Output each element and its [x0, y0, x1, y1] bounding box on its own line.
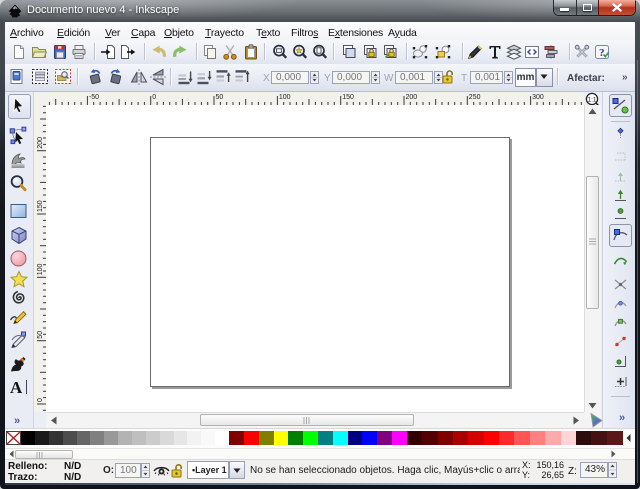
- svg-text:100: 100: [37, 264, 44, 276]
- svg-text:-50: -50: [89, 94, 99, 101]
- svg-text:200: 200: [406, 94, 418, 101]
- svg-text:A: A: [10, 378, 23, 397]
- svg-text:50: 50: [37, 331, 44, 339]
- svg-text:0: 0: [37, 398, 44, 402]
- svg-text:200: 200: [37, 137, 44, 149]
- svg-text:100: 100: [279, 94, 291, 101]
- svg-text:1:1: 1:1: [588, 97, 597, 104]
- svg-text:?: ?: [599, 47, 605, 59]
- svg-text:0: 0: [152, 94, 156, 101]
- svg-text:150: 150: [342, 94, 354, 101]
- svg-text:300: 300: [532, 94, 544, 101]
- svg-text:50: 50: [216, 94, 224, 101]
- svg-text:250: 250: [469, 94, 481, 101]
- svg-text:150: 150: [37, 200, 44, 212]
